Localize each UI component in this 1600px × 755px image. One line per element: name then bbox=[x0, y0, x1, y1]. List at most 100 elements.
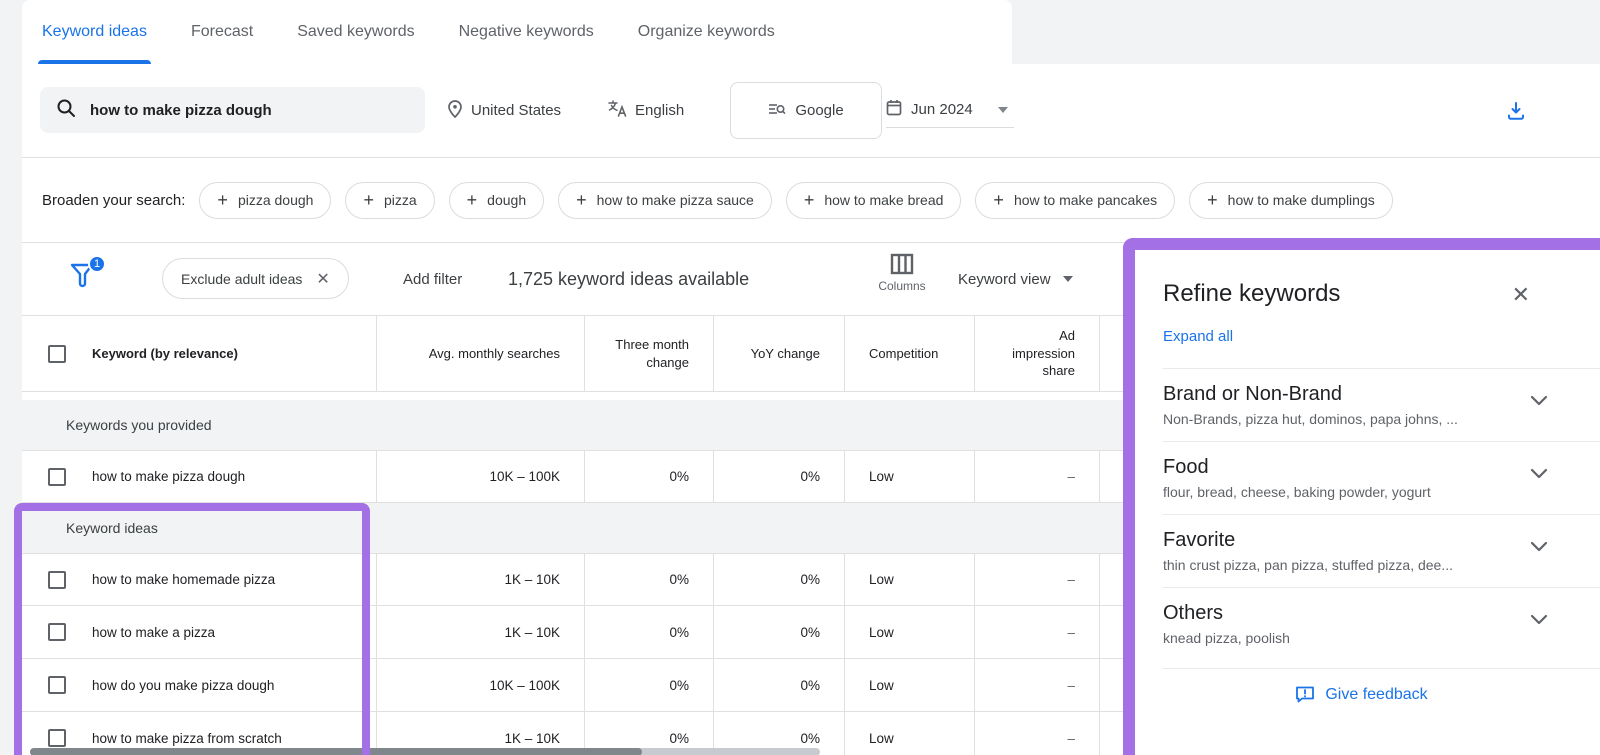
network-selector[interactable]: Google bbox=[730, 82, 882, 139]
ideas-available-count: 1,725 keyword ideas available bbox=[508, 243, 749, 315]
header-competition[interactable]: Competition bbox=[845, 316, 975, 391]
chip-label: pizza dough bbox=[238, 192, 314, 208]
avg-searches-cell: 1K – 10K bbox=[377, 554, 585, 605]
avg-searches-cell: 10K – 100K bbox=[377, 659, 585, 711]
tab-forecast[interactable]: Forecast bbox=[191, 0, 253, 64]
refine-section-food[interactable]: Food flour, bread, cheese, baking powder… bbox=[1163, 441, 1600, 514]
row-checkbox[interactable] bbox=[48, 571, 66, 589]
filter-button[interactable]: 1 bbox=[68, 259, 104, 299]
header-avg-searches[interactable]: Avg. monthly searches bbox=[377, 316, 585, 391]
chevron-down-icon[interactable] bbox=[1530, 612, 1548, 630]
row-checkbox[interactable] bbox=[48, 729, 66, 747]
three-month-cell: 0% bbox=[585, 606, 714, 658]
row-checkbox[interactable] bbox=[48, 676, 66, 694]
language-label: English bbox=[635, 102, 684, 119]
tab-negative-keywords[interactable]: Negative keywords bbox=[459, 0, 594, 64]
broaden-chip-dough[interactable]: +dough bbox=[449, 182, 544, 219]
plus-icon: + bbox=[804, 191, 815, 209]
broaden-chip-pancakes[interactable]: +how to make pancakes bbox=[975, 182, 1175, 219]
search-settings-row: United States English Google Jun 2024 bbox=[22, 64, 1600, 157]
keyword-planner-page: Keyword ideas Forecast Saved keywords Ne… bbox=[0, 0, 1600, 755]
yoy-cell: 0% bbox=[714, 554, 845, 605]
competition-cell: Low bbox=[845, 606, 975, 658]
columns-button[interactable]: Columns bbox=[867, 253, 937, 293]
add-filter-label: Add filter bbox=[403, 271, 462, 288]
broaden-chip-pizza-sauce[interactable]: +how to make pizza sauce bbox=[558, 182, 772, 219]
keyword-cell: how to make a pizza bbox=[22, 606, 377, 658]
yoy-cell: 0% bbox=[714, 659, 845, 711]
section-subtitle: flour, bread, cheese, baking powder, yog… bbox=[1163, 484, 1536, 500]
search-input[interactable] bbox=[90, 102, 409, 119]
row-checkbox[interactable] bbox=[48, 623, 66, 641]
scrollbar-thumb[interactable] bbox=[30, 748, 642, 755]
refine-section-favorite[interactable]: Favorite thin crust pizza, pan pizza, st… bbox=[1163, 514, 1600, 587]
header-three-month-change[interactable]: Three month change bbox=[585, 316, 714, 391]
broaden-chip-pizza-dough[interactable]: +pizza dough bbox=[199, 182, 331, 219]
horizontal-scrollbar[interactable] bbox=[30, 748, 820, 755]
yoy-cell: 0% bbox=[714, 451, 845, 502]
chip-label: how to make pancakes bbox=[1014, 192, 1157, 208]
header-ad-impression-share[interactable]: Ad impression share bbox=[975, 316, 1100, 391]
chevron-down-icon[interactable] bbox=[1530, 539, 1548, 557]
broaden-search-row: Broaden your search: +pizza dough +pizza… bbox=[22, 158, 1600, 242]
chip-label: how to make pizza sauce bbox=[597, 192, 754, 208]
keyword-search-box[interactable] bbox=[40, 87, 425, 133]
section-title: Others bbox=[1163, 602, 1536, 625]
broaden-chip-bread[interactable]: +how to make bread bbox=[786, 182, 962, 219]
tab-label: Saved keywords bbox=[297, 23, 414, 41]
section-subtitle: Non-Brands, pizza hut, dominos, papa joh… bbox=[1163, 411, 1536, 427]
tab-label: Keyword ideas bbox=[42, 23, 147, 41]
close-icon[interactable]: ✕ bbox=[316, 269, 329, 289]
tab-organize-keywords[interactable]: Organize keywords bbox=[638, 0, 775, 64]
select-all-checkbox[interactable] bbox=[48, 345, 66, 363]
tool-tabs: Keyword ideas Forecast Saved keywords Ne… bbox=[42, 0, 775, 64]
columns-icon bbox=[890, 253, 914, 275]
keyword-view-dropdown[interactable]: Keyword view bbox=[958, 243, 1073, 315]
give-feedback-button[interactable]: Give feedback bbox=[1295, 685, 1427, 704]
keyword-cell: how to make pizza dough bbox=[22, 451, 377, 502]
location-pin-icon bbox=[447, 100, 463, 122]
tab-label: Organize keywords bbox=[638, 23, 775, 41]
keyword-cell: how do you make pizza dough bbox=[22, 659, 377, 711]
tab-label: Negative keywords bbox=[459, 23, 594, 41]
competition-cell: Low bbox=[845, 712, 975, 755]
close-icon[interactable]: ✕ bbox=[1512, 284, 1530, 306]
section-title: Brand or Non-Brand bbox=[1163, 383, 1536, 406]
section-title: Favorite bbox=[1163, 529, 1536, 552]
calendar-icon bbox=[886, 99, 902, 120]
date-range-selector[interactable]: Jun 2024 bbox=[886, 92, 1014, 128]
ad-share-cell: – bbox=[975, 554, 1100, 605]
tab-keyword-ideas[interactable]: Keyword ideas bbox=[42, 0, 147, 64]
refine-section-brand[interactable]: Brand or Non-Brand Non-Brands, pizza hut… bbox=[1163, 368, 1600, 441]
exclude-adult-ideas-chip[interactable]: Exclude adult ideas ✕ bbox=[162, 258, 349, 299]
download-button[interactable] bbox=[1502, 97, 1530, 125]
filter-count-badge: 1 bbox=[88, 255, 106, 273]
refine-keywords-panel: Refine keywords ✕ Expand all Brand or No… bbox=[1135, 250, 1600, 755]
chevron-down-icon[interactable] bbox=[1530, 466, 1548, 484]
tab-label: Forecast bbox=[191, 23, 253, 41]
search-networks-icon bbox=[768, 101, 786, 121]
header-yoy-change[interactable]: YoY change bbox=[714, 316, 845, 391]
location-selector[interactable]: United States bbox=[447, 64, 561, 157]
yoy-cell: 0% bbox=[714, 606, 845, 658]
avg-searches-cell: 1K – 10K bbox=[377, 606, 585, 658]
broaden-chip-pizza[interactable]: +pizza bbox=[345, 182, 434, 219]
header-keyword[interactable]: Keyword (by relevance) bbox=[22, 316, 377, 391]
ad-share-cell: – bbox=[975, 451, 1100, 502]
row-checkbox[interactable] bbox=[48, 468, 66, 486]
add-filter-button[interactable]: Add filter bbox=[403, 243, 462, 315]
download-icon bbox=[1505, 100, 1527, 122]
expand-all-link[interactable]: Expand all bbox=[1163, 328, 1233, 345]
broaden-chip-dumplings[interactable]: +how to make dumplings bbox=[1189, 182, 1393, 219]
chip-label: how to make dumplings bbox=[1228, 192, 1375, 208]
tab-saved-keywords[interactable]: Saved keywords bbox=[297, 0, 414, 64]
refine-panel-title: Refine keywords bbox=[1163, 250, 1600, 308]
columns-label: Columns bbox=[878, 279, 925, 293]
language-selector[interactable]: English bbox=[608, 64, 684, 157]
plus-icon: + bbox=[467, 191, 478, 209]
exclude-chip-label: Exclude adult ideas bbox=[181, 271, 302, 287]
chevron-down-icon[interactable] bbox=[1530, 393, 1548, 411]
refine-section-others[interactable]: Others knead pizza, poolish bbox=[1163, 587, 1600, 660]
network-label: Google bbox=[795, 102, 843, 119]
competition-cell: Low bbox=[845, 554, 975, 605]
